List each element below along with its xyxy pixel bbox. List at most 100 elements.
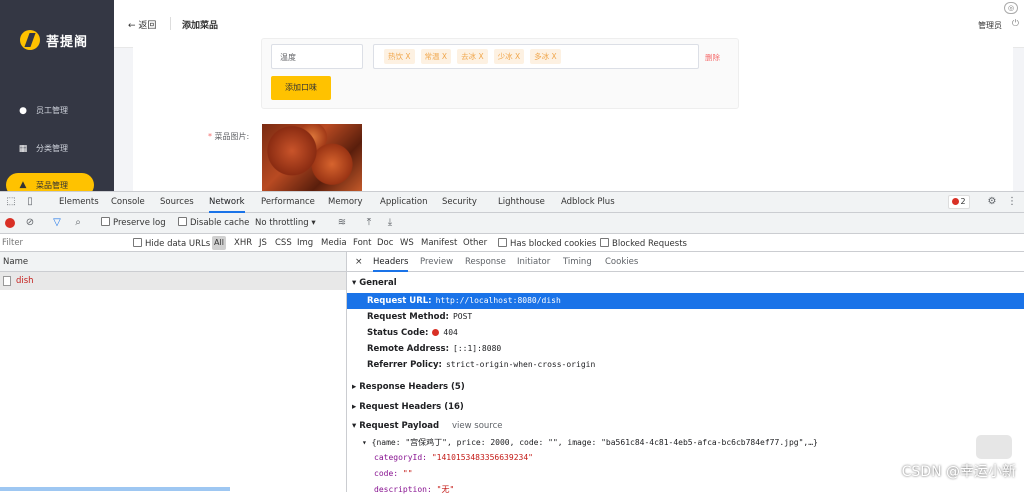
payload-key: description: (374, 485, 432, 494)
tab-sources[interactable]: Sources (160, 192, 194, 213)
more-icon[interactable]: ⋮ (1006, 196, 1018, 208)
throttling-select[interactable]: No throttling ▾ (255, 217, 316, 230)
flavor-tag[interactable]: 去冰 X (457, 49, 488, 64)
add-flavor-button[interactable]: 添加口味 (271, 76, 331, 100)
hide-data-label: Hide data URLs (145, 239, 211, 249)
error-badge[interactable]: 2 (948, 195, 970, 209)
response-headers-title: Response Headers (5) (359, 382, 465, 392)
user-name[interactable]: 管理员 (978, 20, 1002, 31)
checkbox-icon (101, 217, 110, 226)
dish-icon: ▲ (19, 180, 27, 190)
tab-network[interactable]: Network (209, 192, 245, 213)
tab-preview[interactable]: Preview (420, 252, 453, 272)
device-toolbar-icon[interactable]: ▯ (24, 196, 36, 208)
tab-elements[interactable]: Elements (59, 192, 99, 213)
tab-lighthouse[interactable]: Lighthouse (498, 192, 545, 213)
filter-input[interactable]: Filter (2, 238, 23, 248)
tab-headers[interactable]: Headers (373, 252, 409, 272)
tab-application[interactable]: Application (380, 192, 428, 213)
filter-other[interactable]: Other (463, 238, 487, 248)
flavor-tag[interactable]: 热饮 X (384, 49, 415, 64)
sidebar-item-categories[interactable]: ▦ 分类管理 (18, 143, 68, 154)
panel-divider[interactable] (346, 252, 347, 492)
flavor-tag[interactable]: 常温 X (420, 49, 452, 64)
request-payload-section[interactable]: ▾ Request Payload (352, 421, 439, 431)
upload-icon[interactable]: ⤒ (363, 217, 375, 229)
wifi-icon[interactable]: ≋ (336, 217, 348, 229)
download-icon[interactable]: ⤓ (384, 217, 396, 229)
sidebar-item-label: 员工管理 (36, 106, 68, 115)
filter-img[interactable]: Img (297, 238, 313, 248)
payload-code[interactable]: code: "" (374, 469, 413, 478)
settings-gear-icon[interactable]: ⚙ (986, 196, 998, 208)
back-button[interactable]: ← 返回 (128, 18, 156, 31)
referrer-policy-value: strict-origin-when-cross-origin (445, 360, 596, 369)
name-column-header[interactable]: Name (0, 252, 346, 272)
payload-description[interactable]: description: "无" (374, 484, 454, 495)
request-headers-section[interactable]: ▸ Request Headers (16) (352, 402, 464, 412)
filter-xhr[interactable]: XHR (234, 238, 252, 248)
view-source-link[interactable]: view source (452, 421, 503, 431)
divider (170, 17, 171, 30)
overlay-icon[interactable]: ◎ (1004, 2, 1018, 14)
record-icon[interactable] (5, 218, 15, 228)
tab-memory[interactable]: Memory (328, 192, 363, 213)
tab-security[interactable]: Security (442, 192, 477, 213)
filter-doc[interactable]: Doc (377, 238, 393, 248)
payload-summary[interactable]: ▾ {name: "宫保鸡丁", price: 2000, code: "", … (362, 437, 818, 448)
inspect-icon[interactable]: ⬚ (5, 196, 17, 208)
checkbox-icon (133, 238, 142, 247)
flavor-tags[interactable]: 热饮 X 常温 X 去冰 X 少冰 X 多冰 X (373, 44, 699, 69)
error-count: 2 (960, 197, 966, 206)
search-icon[interactable]: ⌕ (72, 217, 84, 229)
blocked-requests-checkbox[interactable]: Blocked Requests (600, 238, 687, 249)
power-icon[interactable]: ⏻ (1012, 19, 1019, 29)
request-url-key: Request URL: (367, 296, 432, 306)
payload-category[interactable]: categoryId: "1410153483356639234" (374, 453, 533, 462)
tab-cookies[interactable]: Cookies (605, 252, 638, 272)
remote-address-row[interactable]: Remote Address: [::1]:8080 (367, 344, 501, 354)
hide-data-urls-checkbox[interactable]: Hide data URLs (133, 238, 210, 249)
status-code-row[interactable]: Status Code: 404 (367, 328, 458, 338)
referrer-policy-row[interactable]: Referrer Policy: strict-origin-when-cross… (367, 360, 595, 370)
tab-console[interactable]: Console (111, 192, 145, 213)
flavor-tag[interactable]: 少冰 X (493, 49, 525, 64)
request-method-row[interactable]: Request Method: POST (367, 312, 472, 322)
filter-css[interactable]: CSS (275, 238, 292, 248)
preserve-log-checkbox[interactable]: Preserve log (101, 217, 166, 230)
throttling-value: No throttling (255, 218, 309, 228)
tab-performance[interactable]: Performance (261, 192, 315, 213)
request-url-row[interactable]: Request URL: http://localhost:8080/dish (367, 296, 561, 306)
blocked-cookies-checkbox[interactable]: Has blocked cookies (498, 238, 596, 249)
flavor-tag[interactable]: 多冰 X (530, 49, 561, 64)
disable-cache-checkbox[interactable]: Disable cache (178, 217, 249, 230)
filter-font[interactable]: Font (353, 238, 372, 248)
tab-response[interactable]: Response (465, 252, 506, 272)
image-label: * 菜品图片: (208, 132, 250, 141)
checkbox-icon (178, 217, 187, 226)
tab-initiator[interactable]: Initiator (517, 252, 550, 272)
tab-timing[interactable]: Timing (563, 252, 592, 272)
sidebar-item-label: 分类管理 (36, 144, 68, 153)
devtools-tabbar: ⬚ ▯ Elements Console Sources Network Per… (0, 192, 1024, 213)
filter-icon[interactable]: ▽ (51, 217, 63, 229)
clear-icon[interactable]: ⊘ (24, 217, 36, 229)
flavor-name-input[interactable]: 温度 (271, 44, 363, 69)
sidebar-item-employees[interactable]: ● 员工管理 (18, 105, 68, 116)
grid-icon: ▦ (18, 143, 28, 154)
close-icon[interactable]: × (355, 252, 363, 272)
request-row[interactable]: dish (0, 272, 346, 290)
filter-media[interactable]: Media (321, 238, 347, 248)
tab-adblock-plus[interactable]: Adblock Plus (561, 192, 615, 213)
filter-js[interactable]: JS (259, 238, 267, 248)
filter-all[interactable]: All (212, 236, 226, 250)
filter-manifest[interactable]: Manifest (421, 238, 457, 248)
status-code-key: Status Code: (367, 328, 429, 338)
sidebar-item-dishes[interactable]: ▲ 菜品管理 (6, 173, 94, 191)
dish-image[interactable] (262, 124, 362, 191)
filter-ws[interactable]: WS (400, 238, 414, 248)
delete-flavor-link[interactable]: 删除 (705, 52, 720, 63)
error-icon (952, 198, 960, 205)
general-section[interactable]: ▾ General (352, 278, 397, 288)
response-headers-section[interactable]: ▸ Response Headers (5) (352, 382, 465, 392)
